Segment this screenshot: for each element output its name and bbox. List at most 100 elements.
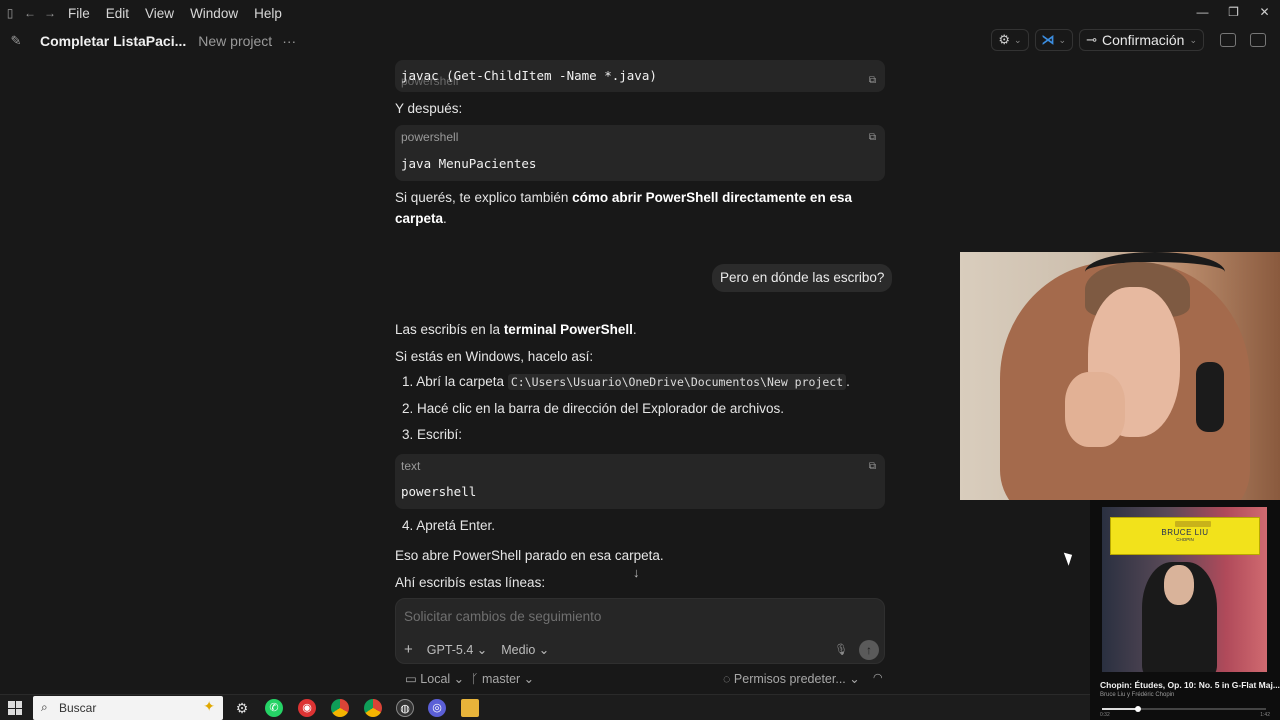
whatsapp-icon[interactable]: ✆: [265, 699, 283, 717]
progress-handle[interactable]: [1135, 706, 1142, 712]
cover-composer: CHOPIN: [1176, 537, 1194, 542]
list-item: 4. Apretá Enter.: [402, 518, 496, 533]
label-logo: [1175, 521, 1211, 527]
code-block: text ⧉ powershell: [395, 454, 885, 509]
forward-icon[interactable]: →: [40, 6, 60, 20]
open-in-vscode-button[interactable]: ⋊ ⌄: [1034, 29, 1074, 51]
code-language-label: powershell: [401, 130, 459, 144]
hand-shape: [1065, 372, 1125, 447]
thread-header: ✎ Completar ListaPaci... New project ···…: [0, 26, 1280, 56]
send-button[interactable]: ↑: [859, 640, 879, 660]
menu-bar: ▯ ← → File Edit View Window Help — ❐ ✕: [0, 0, 1280, 26]
text-span: .: [443, 211, 447, 226]
microphone-icon[interactable]: 🎙: [834, 643, 848, 656]
prompt-input[interactable]: Solicitar cambios de seguimiento: [404, 609, 601, 624]
menu-window[interactable]: Window: [190, 6, 238, 21]
windows-start-icon[interactable]: [8, 701, 22, 715]
chrome-red-icon[interactable]: ◉: [298, 699, 316, 717]
reasoning-effort-selector[interactable]: Medio ⌄: [501, 642, 549, 657]
menu-file[interactable]: File: [68, 6, 90, 21]
settings-button[interactable]: ⚙ ⌄: [991, 29, 1029, 51]
commit-icon: ⊸: [1086, 32, 1097, 47]
text-span: Si querés, te explico también: [395, 190, 573, 205]
mode-label: Confirmación: [1101, 32, 1185, 48]
add-attachment-button[interactable]: +: [404, 641, 413, 658]
code-block: powershell javac (Get-ChildItem -Name *.…: [395, 60, 885, 92]
code-text: java MenuPacientes: [401, 156, 537, 171]
code-block: powershell ⧉ java MenuPacientes: [395, 125, 885, 181]
menu-view[interactable]: View: [145, 6, 174, 21]
commit-mode-button[interactable]: ⊸ Confirmación ⌄: [1079, 29, 1204, 51]
list-item: 2. Hacé clic en la barra de dirección de…: [402, 401, 784, 416]
codex-icon[interactable]: ◎: [428, 699, 446, 717]
progress-bar[interactable]: [1102, 706, 1266, 712]
minimize-icon[interactable]: —: [1187, 0, 1218, 26]
media-player-widget: BRUCE LIU CHOPIN Chopin: Études, Op. 10:…: [1090, 500, 1280, 720]
taskbar-search[interactable]: ⌕ Buscar ✦: [33, 696, 223, 720]
close-icon[interactable]: ✕: [1249, 0, 1280, 26]
text-span: .: [846, 374, 850, 389]
sparkle-icon: ✦: [203, 698, 215, 714]
panel-toggle-icon[interactable]: [1250, 33, 1266, 47]
message-text: Si estás en Windows, hacelo así:: [395, 349, 594, 364]
total-time: 1:42: [1260, 712, 1270, 718]
headphone-shape: [1196, 362, 1224, 432]
composer-toolbar: + GPT-5.4 ⌄ Medio ⌄: [404, 641, 563, 658]
vscode-icon: ⋊: [1041, 32, 1055, 47]
user-message-bubble: Pero en dónde las escribo?: [712, 264, 893, 292]
branch-selector[interactable]: ᚴ master ⌄: [471, 671, 534, 686]
sidebar-toggle-icon[interactable]: ▯: [0, 6, 20, 20]
search-icon: ⌕: [41, 700, 48, 714]
search-input[interactable]: Buscar: [59, 701, 96, 715]
message-text: Y después:: [395, 101, 463, 116]
cover-face-shape: [1164, 565, 1194, 605]
project-name[interactable]: New project: [198, 33, 272, 49]
github-icon[interactable]: ◍: [396, 699, 414, 717]
list-item: 1. Abrí la carpeta C:\Users\Usuario\OneD…: [402, 374, 850, 390]
shield-icon: ◌: [723, 672, 734, 686]
message-text: Las escribís en la terminal PowerShell.: [395, 319, 885, 340]
laptop-icon: ▭: [405, 672, 421, 686]
copy-icon[interactable]: ⧉: [869, 461, 876, 472]
message-text: Ahí escribís estas líneas:: [395, 575, 546, 590]
track-artists: Bruce Liu y Frédéric Chopin: [1100, 692, 1175, 698]
copy-icon[interactable]: ⧉: [869, 132, 876, 143]
text-span: .: [632, 322, 637, 337]
list-item: 3. Escribí:: [402, 427, 463, 442]
composer: Solicitar cambios de seguimiento + GPT-5…: [395, 598, 885, 664]
elapsed-time: 0:32: [1100, 712, 1110, 718]
cover-label: BRUCE LIU CHOPIN: [1110, 517, 1260, 555]
window-controls: — ❐ ✕: [1187, 0, 1280, 26]
branch-icon: ᚴ: [471, 672, 482, 686]
restore-icon[interactable]: ❐: [1218, 0, 1249, 26]
progress-fill: [1102, 708, 1139, 710]
album-cover: BRUCE LIU CHOPIN: [1102, 507, 1267, 672]
new-chat-icon[interactable]: ✎: [2, 33, 30, 49]
model-selector[interactable]: GPT-5.4 ⌄: [427, 642, 488, 657]
back-icon[interactable]: ←: [20, 6, 40, 20]
text-span: Las escribís en la: [395, 322, 504, 337]
bold-span: terminal PowerShell: [503, 322, 633, 337]
more-options-icon[interactable]: ···: [282, 33, 296, 49]
chevron-down-icon: ⌄: [1189, 34, 1197, 45]
inline-code: C:\Users\Usuario\OneDrive\Documentos\New…: [507, 374, 847, 390]
permissions-selector[interactable]: ◌ Permisos predeter... ⌄: [723, 671, 860, 686]
gear-icon[interactable]: ⚙: [233, 699, 251, 717]
copy-icon[interactable]: ⧉: [869, 75, 876, 86]
composer-status-row: ▭ Local ⌄ ᚴ master ⌄ ◌ Permisos predeter…: [405, 670, 885, 688]
folder-icon[interactable]: [461, 699, 479, 717]
chevron-down-icon: ⌄: [1058, 34, 1067, 45]
chrome-icon[interactable]: [331, 699, 349, 717]
terminal-toggle-icon[interactable]: [1220, 33, 1236, 47]
code-language-label: text: [401, 459, 421, 473]
menu-help[interactable]: Help: [254, 6, 282, 21]
branch-label: master ⌄: [481, 672, 535, 686]
message-text: Si querés, te explico también cómo abrir…: [395, 187, 885, 229]
environment-selector[interactable]: ▭ Local ⌄: [405, 671, 464, 686]
menu-edit[interactable]: Edit: [106, 6, 129, 21]
environment-label: Local ⌄: [420, 672, 465, 686]
cover-artist: BRUCE LIU: [1161, 528, 1209, 537]
code-text: javac (Get-ChildItem -Name *.java): [401, 68, 657, 83]
chrome-icon-2[interactable]: [364, 699, 382, 717]
thread-title[interactable]: Completar ListaPaci...: [40, 33, 186, 49]
